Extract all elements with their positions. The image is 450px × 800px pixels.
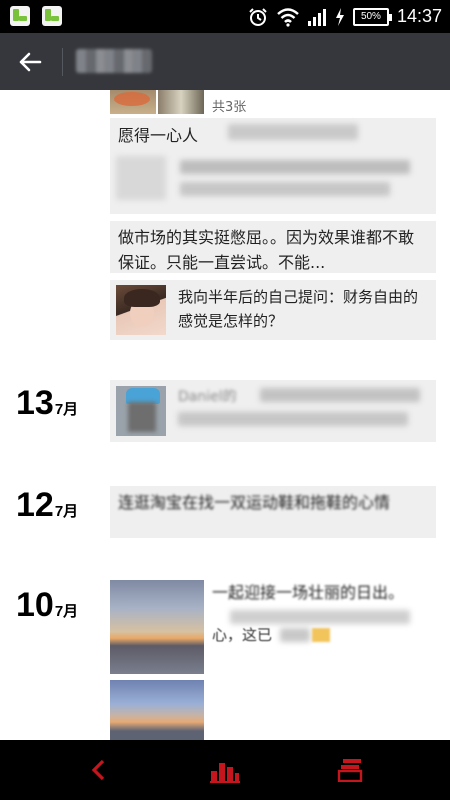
post-text: 做市场的其实挺憋屈。。因为效果谁都不敢保证。只能一直尝试。不能... xyxy=(118,228,415,272)
shared-link-card[interactable]: Daniel的 xyxy=(110,380,436,442)
battery-level: 50% xyxy=(360,11,381,22)
clock: 14:37 xyxy=(396,6,442,26)
redacted-text xyxy=(280,628,310,642)
date-label: 137月 xyxy=(16,384,79,422)
list-button[interactable] xyxy=(330,754,370,786)
avatar xyxy=(116,285,166,335)
text-post[interactable]: 连逛淘宝在找一双运动鞋和拖鞋的心情 xyxy=(110,486,436,538)
signal-icon xyxy=(307,8,326,26)
bottom-toolbar xyxy=(0,740,450,800)
back-nav-button[interactable] xyxy=(78,754,118,786)
emoji-icon xyxy=(312,628,330,642)
profile-name-redacted xyxy=(76,49,152,73)
redacted-text xyxy=(260,388,420,402)
charging-icon xyxy=(335,7,344,26)
post-text: 一起迎接一场壮丽的日出。 xyxy=(212,583,405,602)
sunrise-photo[interactable] xyxy=(110,580,204,674)
battery-indicator: 50% xyxy=(352,7,392,26)
wifi-icon xyxy=(277,7,299,27)
divider xyxy=(62,48,63,76)
bar-chart-icon xyxy=(210,763,240,783)
redacted-text xyxy=(180,182,390,196)
date-label: 107月 xyxy=(16,586,79,624)
chevron-left-icon xyxy=(91,759,105,781)
redacted-text xyxy=(228,124,358,140)
redacted-text xyxy=(230,610,410,624)
sunrise-photo[interactable] xyxy=(110,680,204,740)
date-label: 127月 xyxy=(16,486,79,524)
alarm-icon xyxy=(249,7,267,26)
app-notification-icon xyxy=(42,6,62,26)
avatar xyxy=(116,386,166,436)
back-button[interactable] xyxy=(10,44,50,80)
post-text: 连逛淘宝在找一双运动鞋和拖鞋的心情 xyxy=(118,493,391,512)
redacted-text xyxy=(180,160,410,174)
stats-button[interactable] xyxy=(205,754,245,786)
shared-heading: 愿得一心人 xyxy=(118,126,199,145)
redacted-text xyxy=(116,156,166,200)
app-notification-icon xyxy=(10,6,30,26)
moments-feed[interactable]: 共3张 愿得一心人 做市场的其实挺憋屈。。因为效果谁都不敢保证。只能一直尝试。不… xyxy=(0,90,450,740)
text-post[interactable]: 做市场的其实挺憋屈。。因为效果谁都不敢保证。只能一直尝试。不能... xyxy=(110,221,436,273)
redacted-text xyxy=(178,412,408,426)
status-bar: 50% 14:37 xyxy=(0,0,450,33)
shared-question-card[interactable]: 我向半年后的自己提问：财务自由的感觉是怎样的？ xyxy=(110,280,436,340)
stack-icon xyxy=(337,759,363,782)
photo-count: 共3张 xyxy=(212,100,247,115)
app-bar xyxy=(0,33,450,90)
shared-link-card[interactable]: 愿得一心人 xyxy=(110,118,436,214)
photo-thumbnail[interactable] xyxy=(110,90,156,114)
photo-thumbnail[interactable] xyxy=(158,90,204,114)
post-text-tail: 心，这已 xyxy=(212,626,273,644)
arrow-left-icon xyxy=(19,52,42,72)
shared-name: Daniel的 xyxy=(178,389,237,405)
question-text: 我向半年后的自己提问：财务自由的感觉是怎样的？ xyxy=(178,288,419,330)
